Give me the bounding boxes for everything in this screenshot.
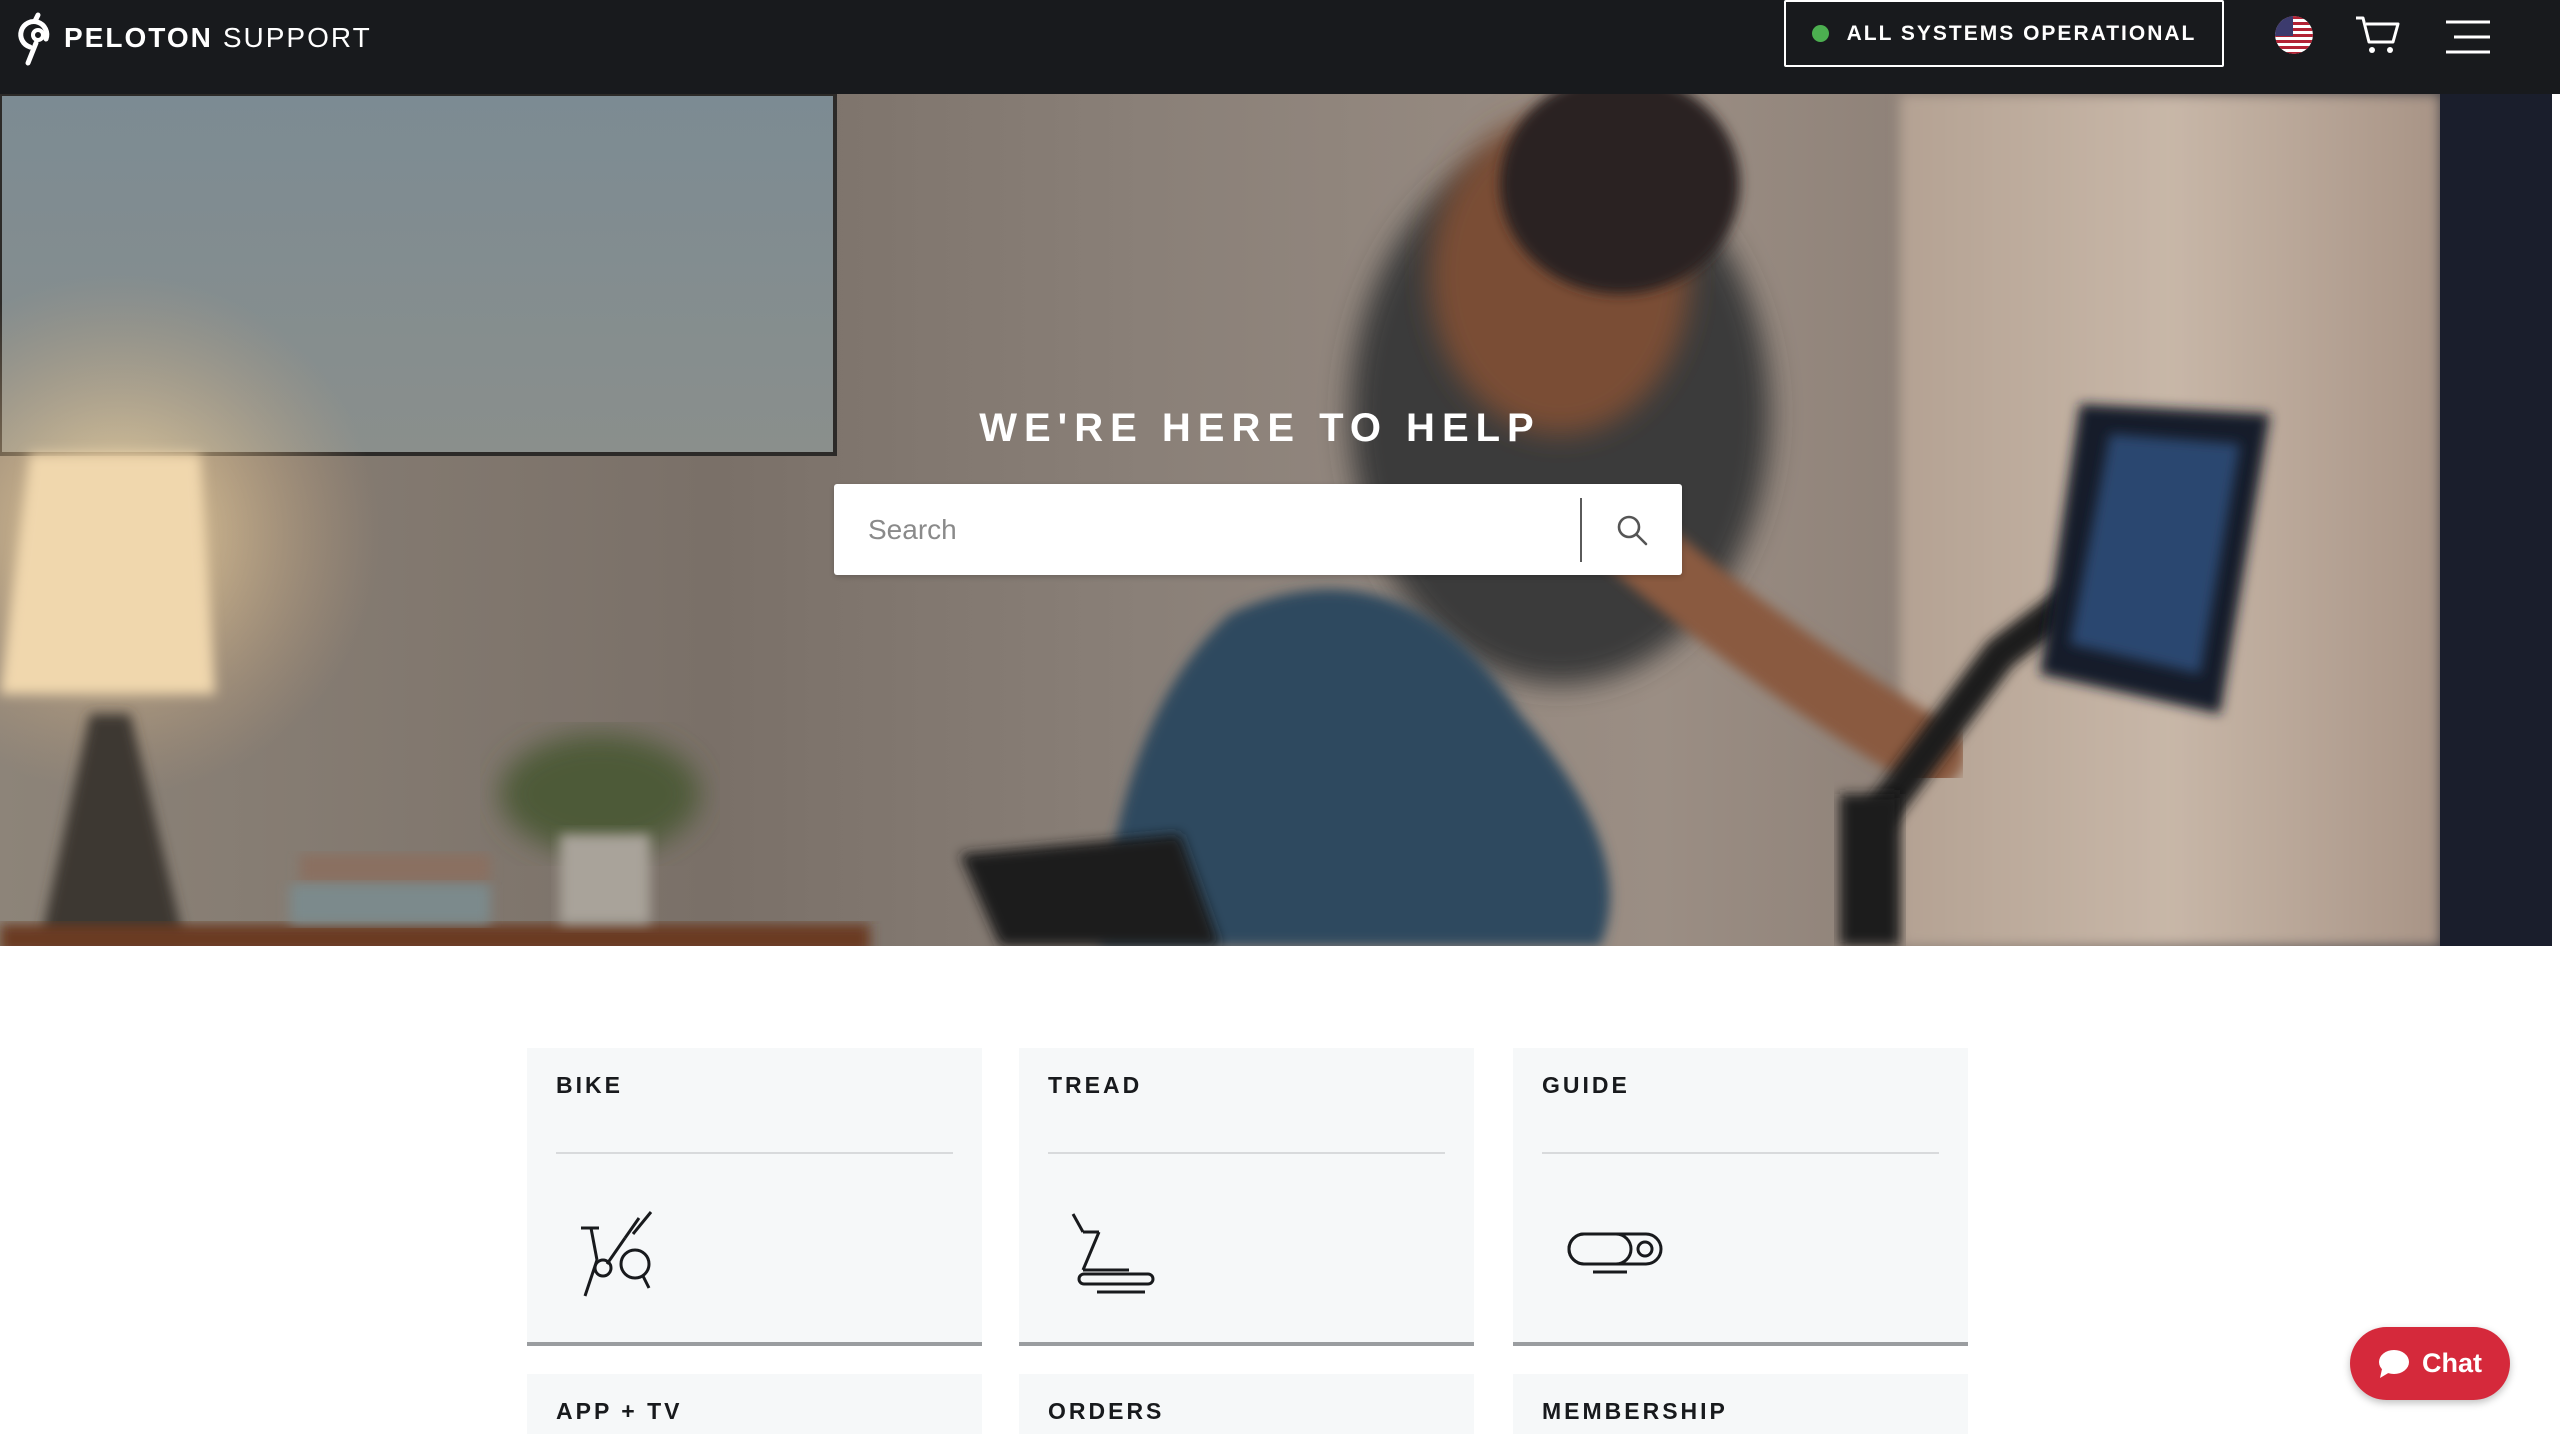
category-card-guide[interactable]: GUIDE [1513, 1048, 1968, 1346]
chat-button[interactable]: Chat [2350, 1327, 2510, 1400]
chat-label: Chat [2422, 1348, 2482, 1378]
hamburger-menu-icon[interactable] [2444, 18, 2492, 56]
category-title: APP + TV [556, 1398, 683, 1424]
hero-banner: WE'RE HERE TO HELP [0, 94, 2552, 946]
card-divider [1048, 1152, 1445, 1154]
card-divider [1542, 1152, 1939, 1154]
category-title: ORDERS [1048, 1398, 1165, 1424]
hero-title: WE'RE HERE TO HELP [979, 406, 1541, 450]
top-header: PELOTON SUPPORT ALL SYSTEMS OPERATIONAL [0, 0, 2560, 94]
system-status-label: ALL SYSTEMS OPERATIONAL [1846, 21, 2197, 45]
category-card-orders[interactable]: ORDERS [1019, 1374, 1474, 1434]
category-title: TREAD [1048, 1072, 1143, 1098]
brand-logo-link[interactable]: PELOTON SUPPORT [16, 8, 372, 68]
category-card-membership[interactable]: MEMBERSHIP [1513, 1374, 1968, 1434]
brand-subtitle: SUPPORT [222, 22, 372, 53]
search-input[interactable] [834, 484, 1580, 575]
bike-icon [581, 1211, 653, 1297]
search-icon [1617, 515, 1648, 545]
category-card-app-tv[interactable]: APP + TV [527, 1374, 982, 1434]
category-title: BIKE [556, 1072, 623, 1098]
peloton-logo-icon [18, 12, 50, 66]
brand-name: PELOTON [64, 22, 213, 53]
us-flag-icon[interactable] [2275, 16, 2313, 54]
system-status-button[interactable]: ALL SYSTEMS OPERATIONAL [1784, 0, 2224, 67]
chat-bubble-icon [2379, 1349, 2409, 1378]
category-title: MEMBERSHIP [1542, 1398, 1728, 1424]
category-card-bike[interactable]: BIKE [527, 1048, 982, 1346]
category-card-tread[interactable]: TREAD [1019, 1048, 1474, 1346]
treadmill-icon [1071, 1213, 1155, 1294]
card-divider [556, 1152, 953, 1154]
category-title: GUIDE [1542, 1072, 1630, 1098]
guide-camera-icon [1567, 1232, 1663, 1274]
status-indicator-icon [1811, 25, 1829, 42]
search-bar [834, 484, 1682, 575]
cart-icon[interactable] [2354, 14, 2400, 56]
search-button[interactable] [1582, 484, 1682, 575]
